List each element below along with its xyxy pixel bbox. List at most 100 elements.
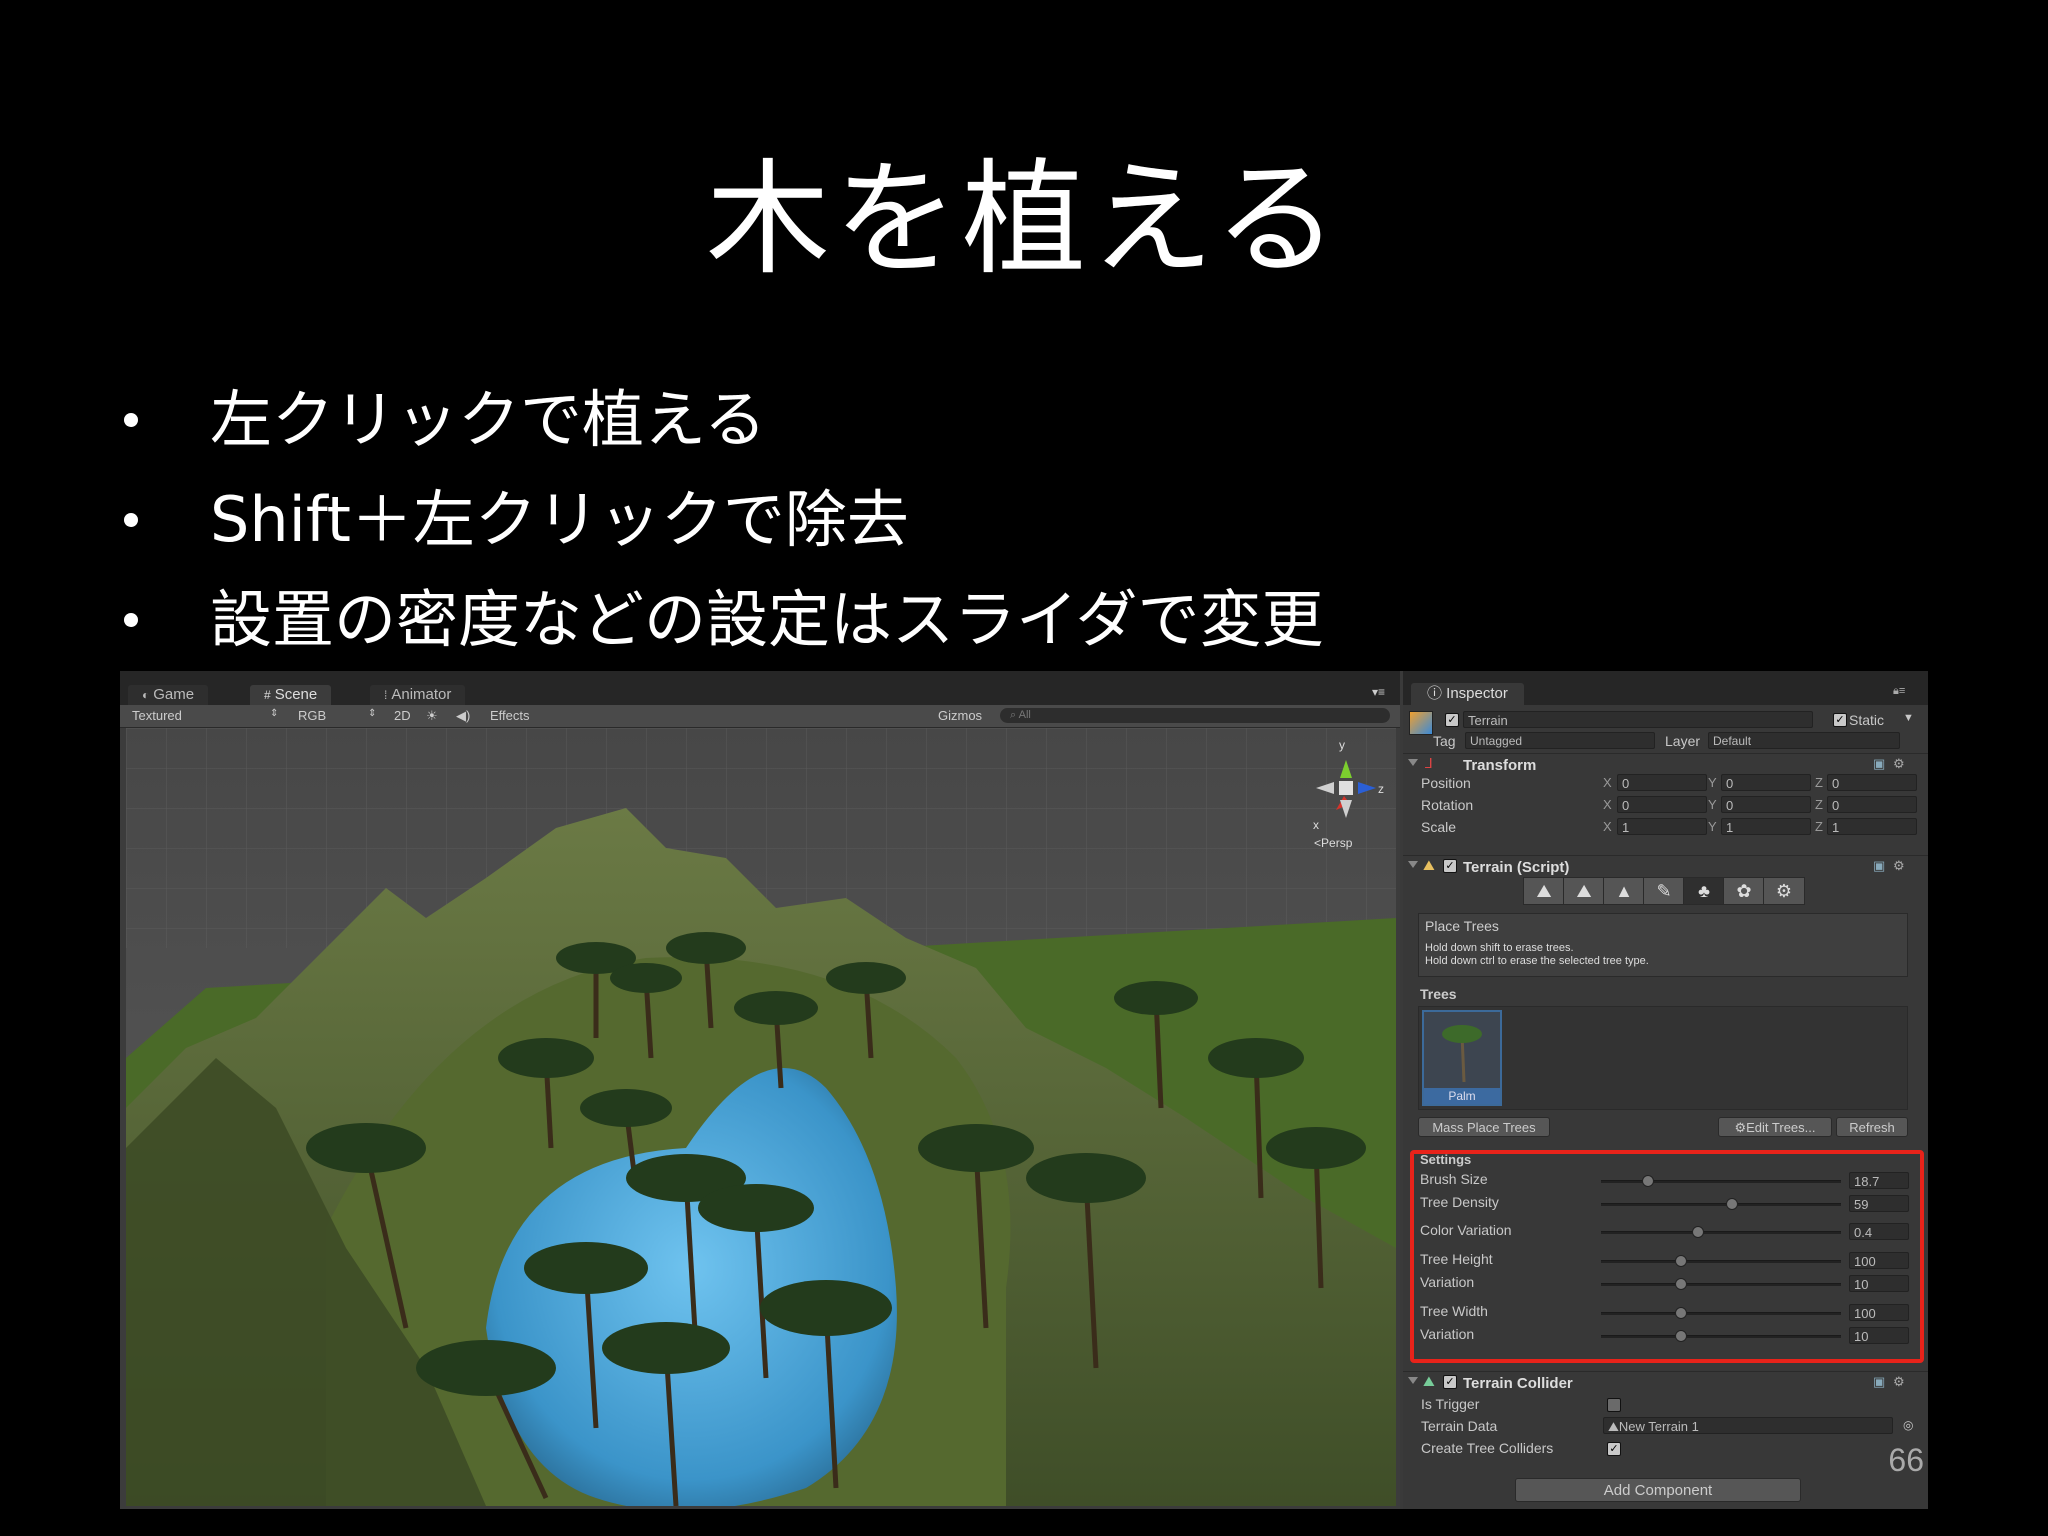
tag-label: Tag [1433, 733, 1456, 749]
place-trees-icon[interactable]: ♣ [1683, 877, 1725, 905]
paint-height-icon[interactable]: ⛰ [1563, 877, 1605, 905]
object-header: ✓ Terrain ✓ Static ▼ Tag Untagged Layer … [1403, 709, 1928, 749]
rotation-x-field[interactable]: 0 [1617, 796, 1707, 813]
bullet-item: Shift＋左クリックで除去 [120, 470, 1324, 570]
help-book-icon[interactable]: ▣ [1873, 1374, 1885, 1390]
tag-select[interactable]: Untagged [1465, 732, 1655, 749]
scale-z-field[interactable]: 1 [1827, 818, 1917, 835]
fold-triangle-icon[interactable] [1408, 861, 1418, 868]
terrain-settings-icon[interactable]: ⚙ [1763, 877, 1805, 905]
effects-dropdown[interactable]: Effects [490, 708, 530, 723]
rotation-y-field[interactable]: 0 [1721, 796, 1811, 813]
tab-animator[interactable]: ⁞ Animator [370, 685, 466, 705]
mass-place-trees-button[interactable]: Mass Place Trees [1418, 1117, 1550, 1137]
chevron-updown-icon: ⇕ [270, 708, 279, 719]
transform-icon: ⅃ [1425, 755, 1433, 771]
render-mode-select[interactable]: RGB [298, 708, 326, 723]
position-z-field[interactable]: 0 [1827, 774, 1917, 791]
paint-texture-icon[interactable]: ✎ [1643, 877, 1685, 905]
search-icon: ⌕ [1010, 709, 1017, 721]
bullet-item: 左クリックで植える [120, 370, 1324, 470]
scene-search-input[interactable]: ⌕ All [1000, 708, 1390, 723]
bullet-dot [124, 413, 138, 427]
gear-icon[interactable]: ⚙ [1893, 1374, 1905, 1390]
terrain-icon: ⛰ [1423, 857, 1435, 873]
scene-orientation-gizmo[interactable] [1306, 748, 1386, 828]
help-book-icon[interactable]: ▣ [1873, 858, 1885, 874]
tab-scene[interactable]: # Scene [250, 685, 332, 705]
terrain-collider-fields: Is Trigger Terrain Data ⛰New Terrain 1 ◎… [1403, 1396, 1928, 1466]
transform-row: Rotation X0 Y0 Z0 [1403, 796, 1928, 817]
scene-toolbar: Textured ⇕ RGB ⇕ 2D ☀ ◀) Effects Gizmos … [120, 705, 1400, 728]
gear-icon[interactable]: ⚙ [1893, 756, 1905, 772]
scale-x-field[interactable]: 1 [1617, 818, 1707, 835]
place-trees-helpbox: Place Trees Hold down shift to erase tre… [1418, 913, 1908, 977]
layer-select[interactable]: Default [1708, 732, 1900, 749]
refresh-button[interactable]: Refresh [1836, 1117, 1908, 1137]
audio-icon[interactable]: ◀) [456, 708, 470, 724]
tab-game[interactable]: ◐ Game [128, 685, 209, 705]
paint-details-icon[interactable]: ✿ [1723, 877, 1765, 905]
slide-title: 木を植える [705, 148, 1343, 292]
is-trigger-checkbox[interactable] [1607, 1398, 1621, 1412]
unity-editor-screenshot: ◐ Game # Scene ⁞ Animator ▾≡ Textured ⇕ RGB… [120, 671, 1928, 1509]
gizmo-z-label: z [1378, 782, 1384, 796]
rotation-z-field[interactable]: 0 [1827, 796, 1917, 813]
collider-enabled-checkbox[interactable]: ✓ [1443, 1375, 1457, 1389]
terrain-data-field[interactable]: ⛰New Terrain 1 [1603, 1417, 1893, 1434]
object-name-field[interactable]: Terrain [1463, 711, 1813, 728]
animator-icon: ⁞ [384, 688, 388, 702]
static-label: Static [1849, 712, 1885, 728]
tree-prototype-palm[interactable]: Palm [1422, 1010, 1502, 1106]
settings-highlight-box [1410, 1150, 1924, 1363]
layer-label: Layer [1665, 733, 1701, 749]
terrain-data-label: Terrain Data [1421, 1418, 1498, 1434]
raise-terrain-icon[interactable]: ⛰ [1523, 877, 1565, 905]
terrain-tool-strip: ⛰ ⛰ ▲ ✎ ♣ ✿ ⚙ [1403, 877, 1928, 907]
game-pad-icon: ◐ [142, 688, 150, 702]
gear-icon: ⚙ [1734, 1120, 1747, 1135]
help-line: Hold down shift to erase trees. [1425, 942, 1574, 954]
sun-lighting-icon[interactable]: ☀ [426, 708, 438, 724]
create-tree-colliders-checkbox[interactable]: ✓ [1607, 1442, 1621, 1456]
shading-mode-select[interactable]: Textured [132, 708, 182, 723]
static-checkbox[interactable]: ✓ [1833, 713, 1847, 727]
palm-tree-preview-icon [1442, 1025, 1482, 1083]
object-picker-icon[interactable]: ◎ [1903, 1418, 1913, 1432]
panel-menu-icon[interactable]: ▾≡ [1372, 685, 1385, 699]
bullet-list: 左クリックで植える Shift＋左クリックで除去 設置の密度などの設定はスライダ… [120, 370, 1324, 670]
scale-y-field[interactable]: 1 [1721, 818, 1811, 835]
transform-fields: Position X0 Y0 Z0 Rotation X0 Y0 Z0 Scal… [1403, 774, 1928, 845]
fold-triangle-icon[interactable] [1408, 759, 1418, 766]
terrain-enabled-checkbox[interactable]: ✓ [1443, 859, 1457, 873]
scene-viewport[interactable]: y z x <Persp [126, 728, 1396, 1506]
terrain-asset-icon: ⛰ [1608, 1419, 1619, 1434]
terrain-render [126, 728, 1396, 1506]
position-y-field[interactable]: 0 [1721, 774, 1811, 791]
add-component-button[interactable]: Add Component [1515, 1478, 1801, 1502]
active-checkbox[interactable]: ✓ [1445, 713, 1459, 727]
scene-tabbar: ◐ Game # Scene ⁞ Animator ▾≡ [120, 671, 1400, 705]
edit-trees-button[interactable]: ⚙Edit Trees... [1718, 1117, 1832, 1137]
gear-icon[interactable]: ⚙ [1893, 858, 1905, 874]
projection-toggle[interactable]: <Persp [1314, 836, 1352, 850]
lock-icon[interactable]: 🔒︎≡ [1893, 685, 1905, 698]
terrain-script-header[interactable]: ⛰ ✓ Terrain (Script) ▣ ⚙ [1403, 855, 1928, 876]
grid-icon: # [264, 688, 271, 702]
terrain-collider-header[interactable]: ⛰ ✓ Terrain Collider ▣ ⚙ [1403, 1371, 1928, 1392]
bullet-dot [124, 613, 138, 627]
scene-panel: ◐ Game # Scene ⁞ Animator ▾≡ Textured ⇕ RGB… [120, 671, 1400, 1509]
gizmo-x-label: x [1313, 818, 1319, 832]
chevron-down-icon[interactable]: ▼ [1903, 712, 1914, 724]
tab-inspector[interactable]: ⓘ Inspector [1411, 683, 1524, 705]
bullet-text: 設置の密度などの設定はスライダで変更 [210, 583, 1324, 656]
transform-header[interactable]: ⅃ Transform ▣ ⚙ [1403, 753, 1928, 774]
terrain-script-title: Terrain (Script) [1463, 859, 1570, 876]
position-x-field[interactable]: 0 [1617, 774, 1707, 791]
fold-triangle-icon[interactable] [1408, 1377, 1418, 1384]
gizmos-dropdown[interactable]: Gizmos [938, 708, 982, 723]
smooth-height-icon[interactable]: ▲ [1603, 877, 1645, 905]
help-book-icon[interactable]: ▣ [1873, 756, 1885, 772]
is-trigger-label: Is Trigger [1421, 1396, 1480, 1412]
mode-2d-toggle[interactable]: 2D [394, 708, 411, 723]
